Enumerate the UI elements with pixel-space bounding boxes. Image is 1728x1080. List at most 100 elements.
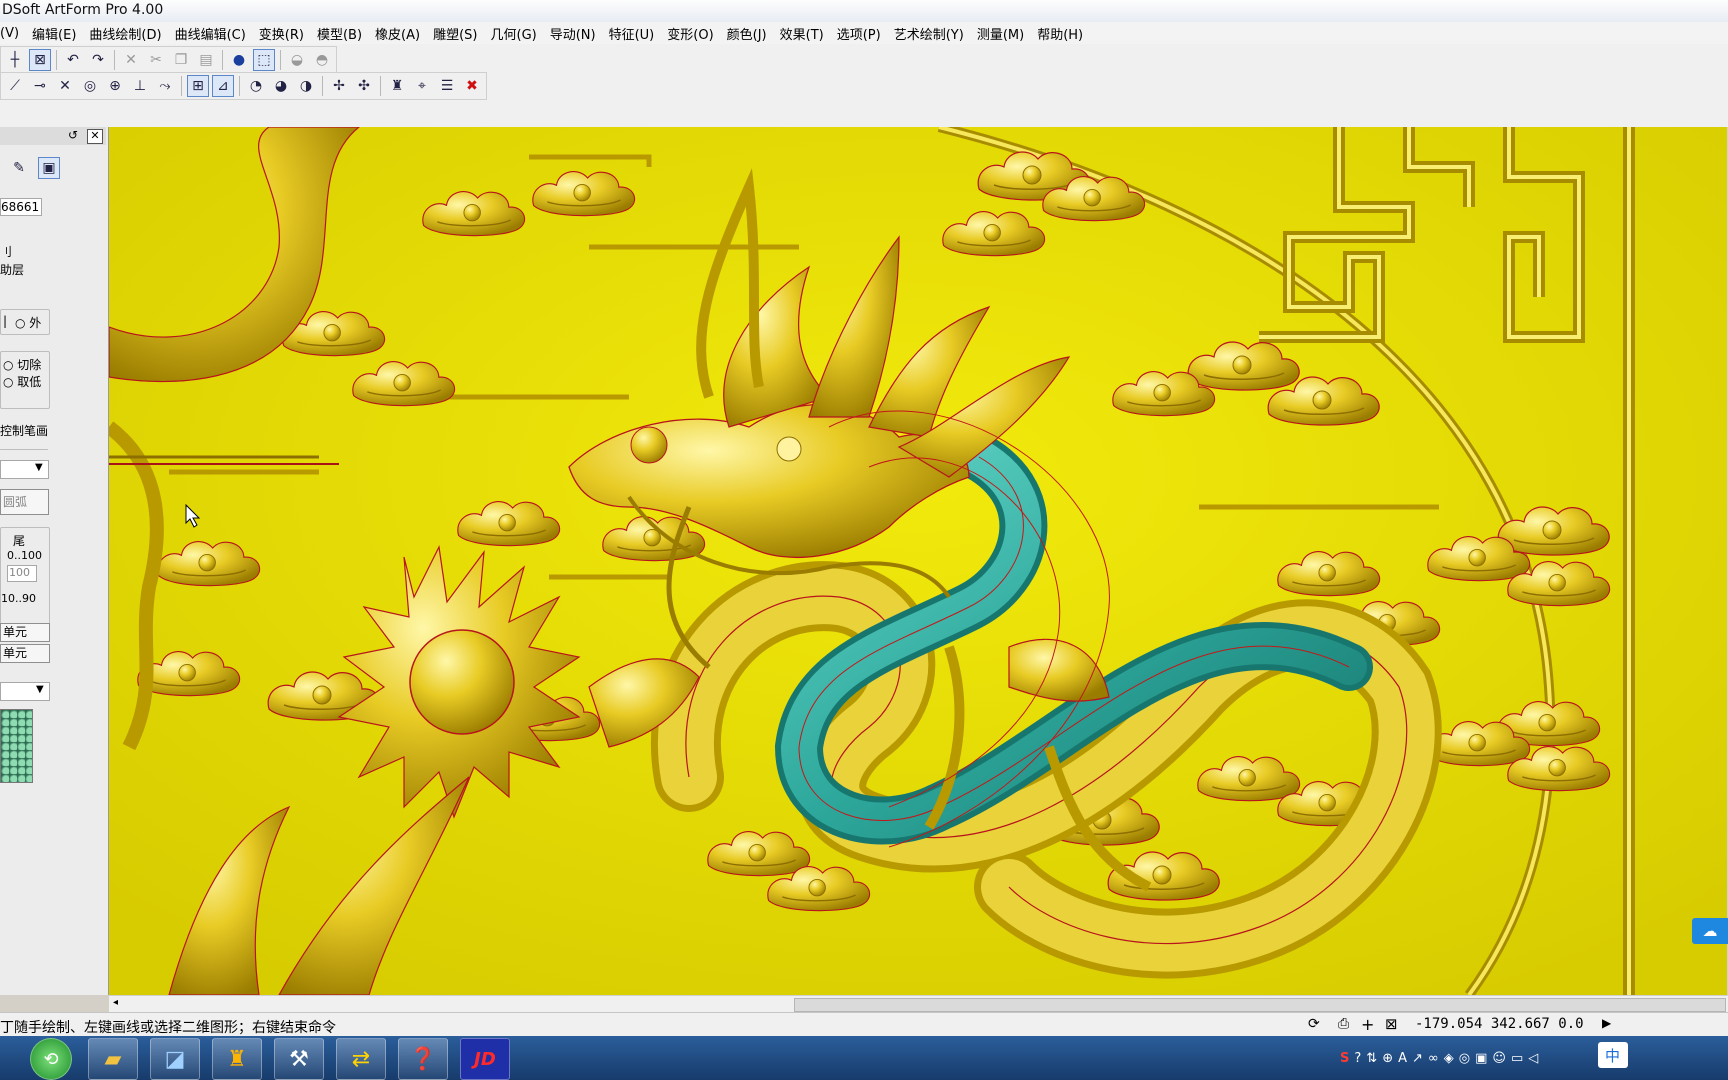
menu-curve-draw[interactable]: 曲线绘制(D) xyxy=(89,24,161,43)
menu-sculpt[interactable]: 雕塑(S) xyxy=(433,24,477,43)
menu-edit[interactable]: 编辑(E) xyxy=(32,24,76,43)
menu-eraser[interactable]: 橡皮(A) xyxy=(375,24,420,43)
taskbar-explorer[interactable]: ▰ xyxy=(88,1038,138,1080)
taskbar-app-6[interactable]: ❓ xyxy=(398,1038,448,1080)
tangent-icon[interactable]: ⊥ xyxy=(129,75,151,97)
copy-icon[interactable]: ❐ xyxy=(170,49,192,71)
menu-help[interactable]: 帮助(H) xyxy=(1037,24,1083,43)
cut-icon[interactable]: ✂ xyxy=(145,49,167,71)
menu-curve-edit[interactable]: 曲线编辑(C) xyxy=(175,24,246,43)
menu-color[interactable]: 颜色(J) xyxy=(727,24,767,43)
relief-icon-3[interactable]: ◑ xyxy=(295,75,317,97)
radio-lower[interactable]: ○ 取低 xyxy=(3,373,41,390)
circle-icon[interactable]: ◎ xyxy=(79,75,101,97)
taskbar-app-2[interactable]: ◪ xyxy=(150,1038,200,1080)
range1-field[interactable]: 100 xyxy=(7,565,37,582)
security-icon[interactable]: ⊕ xyxy=(1382,1051,1393,1066)
value-field[interactable]: 68661 xyxy=(0,198,42,216)
snap-icon[interactable]: ⟳ xyxy=(1308,1016,1320,1032)
font-icon[interactable]: A xyxy=(1398,1051,1407,1066)
undo-icon[interactable]: ↶ xyxy=(62,49,84,71)
taskbar-app-3[interactable]: ♜ xyxy=(212,1038,262,1080)
menu-sweep[interactable]: 导动(N) xyxy=(550,24,596,43)
paint-tab-icon[interactable]: ✎ xyxy=(8,157,30,179)
pin-icon[interactable]: ↺ xyxy=(68,128,78,142)
radio-inner[interactable]: | xyxy=(3,314,7,328)
network-icon[interactable]: ⇅ xyxy=(1366,1051,1377,1066)
menu-effect[interactable]: 效果(T) xyxy=(780,24,824,43)
crosshair-mode-icon[interactable]: + xyxy=(1361,1015,1374,1034)
menu-model[interactable]: 模型(B) xyxy=(317,24,362,43)
unit-button-1[interactable]: 单元 xyxy=(0,623,50,642)
value-text: 68661 xyxy=(1,200,40,214)
radio-outer[interactable]: ○ 外 xyxy=(15,314,41,331)
user-icon[interactable]: ☺ xyxy=(1492,1051,1506,1066)
document-tab-icon[interactable]: ▣ xyxy=(38,157,60,179)
menu-options[interactable]: 选项(P) xyxy=(837,24,881,43)
relief-icon-1[interactable]: ◔ xyxy=(245,75,267,97)
unit-button-2[interactable]: 单元 xyxy=(0,644,50,663)
target-icon[interactable]: ⊕ xyxy=(104,75,126,97)
crosshair-icon[interactable]: ┼ xyxy=(4,49,26,71)
radio-cut[interactable]: ○ 切除 xyxy=(3,356,41,373)
system-tray: S ? ⇅ ⊕ A ↗ ∞ ◈ ◎ ▣ ☺ ▭ ◁ xyxy=(1340,1040,1538,1076)
intersect-icon[interactable]: ✕ xyxy=(54,75,76,97)
menu-feature[interactable]: 特征(U) xyxy=(609,24,655,43)
menu-deform[interactable]: 变形(O) xyxy=(667,24,713,43)
render-icon[interactable]: ◒ xyxy=(286,49,308,71)
sogou-icon[interactable]: S xyxy=(1340,1051,1349,1066)
menu-measure[interactable]: 测量(M) xyxy=(977,24,1024,43)
link-icon[interactable]: ∞ xyxy=(1428,1051,1439,1066)
menu-geometry[interactable]: 几何(G) xyxy=(491,24,537,43)
delete-icon[interactable]: ✕ xyxy=(120,49,142,71)
help-tray-icon[interactable]: ? xyxy=(1354,1051,1361,1066)
close-command-icon[interactable]: ✖ xyxy=(461,75,483,97)
sphere-icon[interactable]: ● xyxy=(228,49,250,71)
select-box-icon[interactable]: ⊠ xyxy=(29,49,51,71)
scroll-left-icon[interactable]: ◂ xyxy=(113,997,118,1008)
horizontal-scrollbar[interactable]: ◂ xyxy=(109,995,1728,1013)
menu-art-draw[interactable]: 艺术绘制(Y) xyxy=(894,24,964,43)
relief-icon-2[interactable]: ◕ xyxy=(270,75,292,97)
select-mode-icon[interactable]: ⊠ xyxy=(1385,1015,1398,1033)
cloud-helper-icon[interactable]: ☁ xyxy=(1692,918,1728,944)
node-edit-icon[interactable]: ✢ xyxy=(328,75,350,97)
print-icon[interactable]: ⎙ xyxy=(1338,1016,1349,1032)
shield-icon[interactable]: ◈ xyxy=(1444,1051,1454,1066)
node-delete-icon[interactable]: ✣ xyxy=(353,75,375,97)
monitor-icon[interactable]: ▭ xyxy=(1511,1051,1523,1066)
start-button[interactable]: ⟲ xyxy=(30,1038,72,1080)
pattern-dropdown[interactable]: ▼ xyxy=(0,682,50,701)
redo-icon[interactable]: ↷ xyxy=(87,49,109,71)
relief-canvas[interactable] xyxy=(109,127,1727,995)
pick-icon[interactable]: ⌖ xyxy=(411,75,433,97)
layer-icon[interactable]: ♜ xyxy=(386,75,408,97)
arc-button[interactable]: 圆弧 xyxy=(0,489,49,515)
taskbar-app-4[interactable]: ⚒ xyxy=(274,1038,324,1080)
volume-icon[interactable]: ◁ xyxy=(1528,1051,1538,1066)
paste-icon[interactable]: ▤ xyxy=(195,49,217,71)
ime-indicator[interactable]: 中 xyxy=(1598,1042,1628,1068)
menu-transform[interactable]: 变换(R) xyxy=(259,24,304,43)
close-icon[interactable]: ✕ xyxy=(87,129,103,144)
menu-view[interactable]: (V) xyxy=(0,26,19,41)
taskbar-jdsoft[interactable]: JD xyxy=(460,1038,510,1080)
shade-icon[interactable]: ◓ xyxy=(311,49,333,71)
style-dropdown[interactable]: ▼ xyxy=(0,460,49,479)
range1-label: 0..100 xyxy=(7,549,42,562)
texture-swatch[interactable] xyxy=(0,709,33,783)
list-icon[interactable]: ☰ xyxy=(436,75,458,97)
line-tool-icon[interactable]: ⟋ xyxy=(4,75,26,97)
arrow-icon[interactable]: ↗ xyxy=(1412,1051,1423,1066)
chevron-down-icon: ▼ xyxy=(36,684,44,695)
taskbar-app-5[interactable]: ⇄ xyxy=(336,1038,386,1080)
point-line-icon[interactable]: ⊸ xyxy=(29,75,51,97)
play-icon[interactable]: ▶ xyxy=(1602,1016,1611,1030)
nvidia-icon[interactable]: ▣ xyxy=(1475,1051,1487,1066)
grid-snap-icon[interactable]: ⊞ xyxy=(187,75,209,97)
trim-icon[interactable]: ⤳ xyxy=(154,75,176,97)
wechat-icon[interactable]: ◎ xyxy=(1459,1051,1470,1066)
scroll-thumb[interactable] xyxy=(794,998,1726,1012)
angle-snap-icon[interactable]: ⊿ xyxy=(212,75,234,97)
cube-view-icon[interactable]: ⬚ xyxy=(253,49,275,71)
